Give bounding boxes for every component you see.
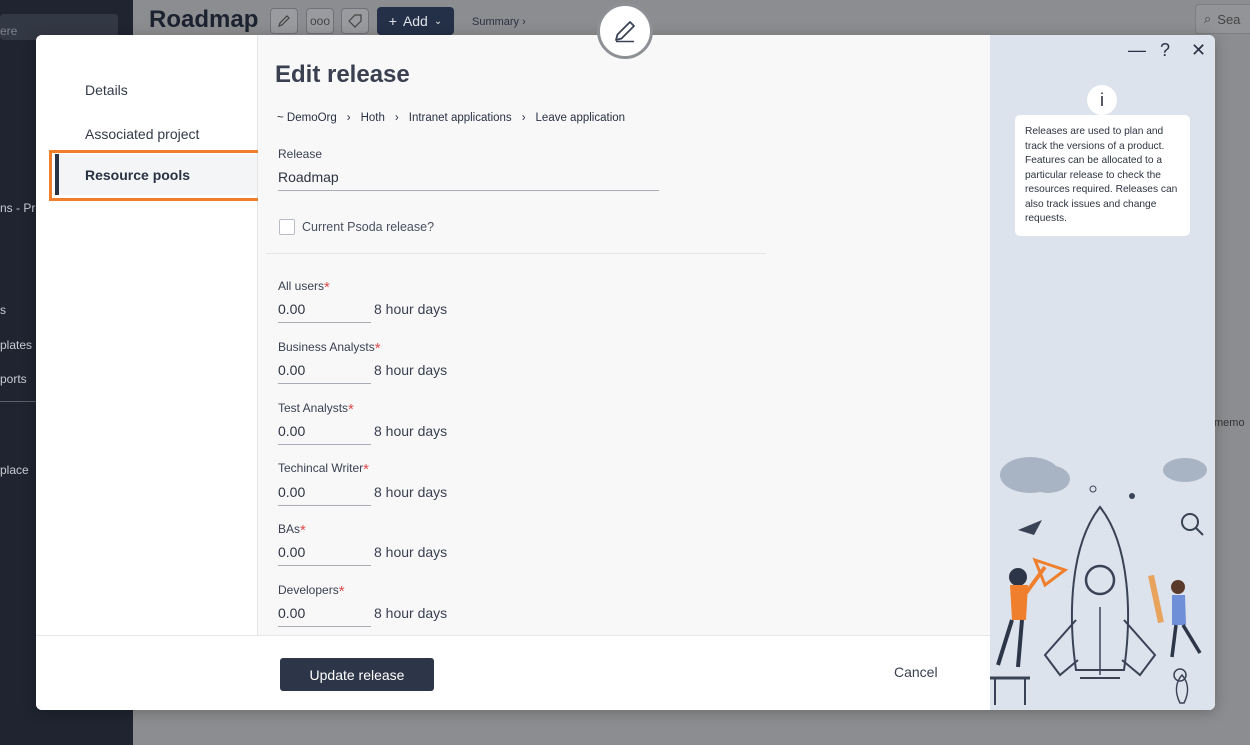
sidebar-divider — [0, 401, 40, 402]
pool-unit: 8 hour days — [374, 484, 448, 500]
pool-label: Business Analysts* — [278, 340, 381, 357]
pool-unit: 8 hour days — [374, 362, 448, 378]
sidebar-item[interactable]: s — [0, 303, 6, 317]
required-marker: * — [300, 522, 306, 539]
pool-input-underline — [278, 565, 371, 566]
summary-breadcrumb[interactable]: Summary › — [472, 16, 526, 28]
release-label: Release — [278, 147, 323, 161]
pencil-icon — [615, 21, 635, 43]
pool-label: All users* — [278, 279, 330, 296]
minimize-icon[interactable]: — — [1128, 40, 1146, 61]
breadcrumb-item[interactable]: Intranet applications — [409, 112, 512, 124]
release-input[interactable]: Roadmap — [278, 169, 339, 185]
help-icon[interactable]: ? — [1160, 40, 1170, 61]
info-icon: i — [1087, 85, 1117, 115]
pool-label: Test Analysts* — [278, 401, 354, 418]
tag-icon — [348, 14, 362, 28]
pool-unit: 8 hour days — [374, 423, 448, 439]
breadcrumb-separator: › — [394, 112, 399, 124]
pool-label: Techincal Writer* — [278, 461, 369, 478]
breadcrumb-separator: › — [346, 112, 351, 124]
sidebar-search-placeholder: ere — [0, 24, 18, 38]
breadcrumb-item[interactable]: Leave application — [536, 112, 626, 124]
pool-unit: 8 hour days — [374, 301, 448, 317]
required-marker: * — [374, 340, 381, 357]
modal-footer: Update release Cancel — [36, 635, 990, 710]
edit-release-modal: Details Associated project Resource pool… — [36, 35, 1215, 710]
pool-input-underline — [278, 444, 371, 445]
pool-days-input[interactable]: 0.00 — [278, 605, 305, 621]
pencil-icon — [278, 15, 290, 27]
required-marker: * — [338, 583, 345, 600]
sidebar-item[interactable]: plates — [0, 338, 32, 352]
current-release-checkbox[interactable] — [279, 219, 295, 235]
section-divider — [266, 253, 766, 254]
pool-input-underline — [278, 626, 371, 627]
update-release-button[interactable]: Update release — [280, 658, 434, 691]
pool-label: Developers* — [278, 583, 345, 600]
add-button[interactable]: + Add ⌄ — [377, 7, 454, 35]
memo-fragment: memo — [1214, 417, 1245, 429]
modal-content: Edit release ~ DemoOrg › Hoth › Intranet… — [258, 35, 1211, 635]
pool-input-underline — [278, 322, 371, 323]
required-marker: * — [324, 279, 330, 296]
pool-days-input[interactable]: 0.00 — [278, 362, 305, 378]
modal-heading: Edit release — [275, 61, 410, 88]
breadcrumb-item[interactable]: Hoth — [361, 112, 385, 124]
nav-item-associated-project[interactable]: Associated project — [85, 126, 199, 142]
pool-days-input[interactable]: 0.00 — [278, 301, 305, 317]
more-button[interactable]: ooo — [306, 8, 334, 34]
edit-badge — [597, 3, 653, 59]
pool-input-underline — [278, 505, 371, 506]
highlight-box — [49, 150, 262, 201]
release-input-underline — [278, 190, 659, 191]
sidebar-item[interactable]: ports — [0, 372, 27, 386]
global-search[interactable]: ⌕ Sea — [1195, 4, 1250, 34]
pool-days-input[interactable]: 0.00 — [278, 423, 305, 439]
search-icon: ⌕ — [1204, 11, 1212, 26]
required-marker: * — [348, 401, 354, 418]
search-placeholder: Sea — [1217, 11, 1241, 27]
chevron-down-icon: ⌄ — [433, 15, 443, 27]
current-release-label: Current Psoda release? — [302, 220, 435, 234]
pool-input-underline — [278, 383, 371, 384]
ellipsis-icon: ooo — [309, 14, 331, 28]
nav-item-details[interactable]: Details — [85, 82, 128, 98]
page-title: Roadmap — [149, 6, 259, 33]
plus-icon: + — [388, 13, 397, 29]
modal-left-nav: Details Associated project Resource pool… — [36, 35, 262, 635]
breadcrumb-separator: › — [521, 112, 526, 124]
sidebar-item[interactable]: place — [0, 463, 29, 477]
cancel-button[interactable]: Cancel — [894, 664, 938, 680]
breadcrumb-item[interactable]: ~ DemoOrg — [277, 112, 337, 124]
pool-days-input[interactable]: 0.00 — [278, 484, 305, 500]
pool-unit: 8 hour days — [374, 544, 448, 560]
required-marker: * — [363, 461, 369, 478]
rocket-illustration-icon — [990, 457, 1207, 705]
tag-button[interactable] — [341, 8, 369, 34]
breadcrumb: ~ DemoOrg › Hoth › Intranet applications… — [277, 112, 625, 124]
edit-button[interactable] — [270, 8, 298, 34]
close-icon[interactable]: ✕ — [1191, 40, 1206, 61]
pool-unit: 8 hour days — [374, 605, 448, 621]
pool-days-input[interactable]: 0.00 — [278, 544, 305, 560]
add-label: Add — [402, 13, 428, 29]
info-text: Releases are used to plan and track the … — [1015, 115, 1190, 236]
pool-label: BAs* — [278, 522, 306, 539]
info-panel: — ? ✕ i Releases are used to plan and tr… — [990, 35, 1215, 710]
